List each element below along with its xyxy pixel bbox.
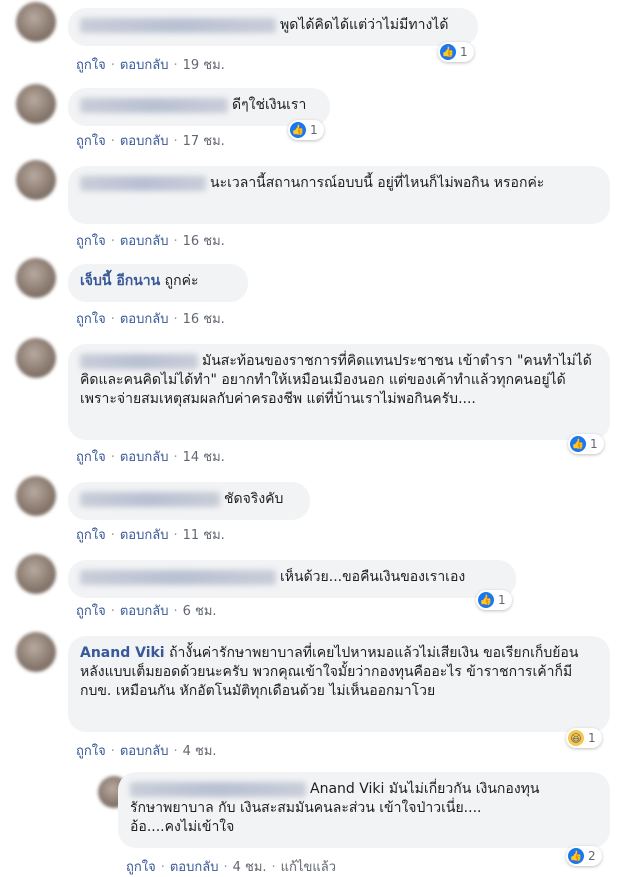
reply-link[interactable]: ตอบกลับ <box>120 604 169 619</box>
comment-bubble: ดีๆใช่เงินเรา <box>68 88 330 126</box>
comment-text: ถูกค่ะ <box>164 273 199 289</box>
like-icon: 👍 <box>570 436 586 452</box>
comment-text: พูดได้คิดได้แต่ว่าไม่มีทางได้ <box>280 17 449 33</box>
comment-text: นะเวลานี้สถานการณ์อบบนี้ อยู่ที่ไหนก็ไม่… <box>210 175 545 191</box>
reaction-count[interactable]: 👍 1 <box>288 120 324 140</box>
comment-text: ดีๆใช่เงินเรา <box>232 97 307 113</box>
reply-link[interactable]: ตอบกลับ <box>170 860 219 875</box>
avatar[interactable] <box>16 554 56 594</box>
avatar[interactable] <box>16 476 56 516</box>
like-link[interactable]: ถูกใจ <box>76 134 106 149</box>
reaction-count[interactable]: 👍 1 <box>568 434 604 454</box>
comment-bubble: ชัดจริงคับ <box>68 482 310 520</box>
timestamp[interactable]: 11 ชม. <box>183 528 225 543</box>
timestamp[interactable]: 4 ชม. <box>183 744 217 759</box>
like-link[interactable]: ถูกใจ <box>76 450 106 465</box>
reaction-count[interactable]: 👍 2 <box>566 846 602 866</box>
timestamp[interactable]: 4 ชม. <box>233 860 267 875</box>
reaction-count[interactable]: 😆 1 <box>566 728 602 748</box>
author-name-blurred[interactable] <box>80 17 276 33</box>
like-link[interactable]: ถูกใจ <box>76 604 106 619</box>
reply-link[interactable]: ตอบกลับ <box>120 134 169 149</box>
reply-link[interactable]: ตอบกลับ <box>120 234 169 249</box>
reply-text-line-2: รักษาพยาบาล กับ เงินสะสมมันคนละส่วน เข้า… <box>130 800 482 816</box>
avatar[interactable] <box>16 2 56 42</box>
timestamp[interactable]: 14 ชม. <box>183 450 225 465</box>
comment-text: เห็นด้วย...ขอคืนเงินของเราเอง <box>280 569 466 585</box>
avatar[interactable] <box>16 338 56 378</box>
haha-icon: 😆 <box>568 730 584 746</box>
like-icon: 👍 <box>478 592 494 608</box>
reply-link[interactable]: ตอบกลับ <box>120 58 169 73</box>
like-link[interactable]: ถูกใจ <box>76 312 106 327</box>
author-name-blurred[interactable] <box>80 175 206 191</box>
comment-actions: ถูกใจ · ตอบกลับ · 6 ชม. <box>76 604 217 619</box>
reply-link[interactable]: ตอบกลับ <box>120 528 169 543</box>
author-name-blurred[interactable] <box>80 569 276 585</box>
comment-bubble: เจ็บนี้ อีกนาน ถูกค่ะ <box>68 264 248 302</box>
reply-link[interactable]: ตอบกลับ <box>120 450 169 465</box>
like-link[interactable]: ถูกใจ <box>76 744 106 759</box>
comment-actions: ถูกใจ · ตอบกลับ · 14 ชม. <box>76 450 225 465</box>
like-link[interactable]: ถูกใจ <box>76 234 106 249</box>
timestamp[interactable]: 19 ชม. <box>183 58 225 73</box>
like-link[interactable]: ถูกใจ <box>76 528 106 543</box>
author-name-blurred[interactable] <box>80 97 228 113</box>
like-icon: 👍 <box>290 122 306 138</box>
author-name[interactable]: Anand Viki <box>80 645 165 661</box>
reply-text-line-3: อ้อ....คงไม่เข้าใจ <box>130 819 235 835</box>
timestamp[interactable]: 17 ชม. <box>183 134 225 149</box>
author-name-blurred[interactable] <box>80 353 198 369</box>
reaction-count[interactable]: 👍 1 <box>438 42 474 62</box>
comment-bubble: Anand Viki ถ้างั้นค่ารักษาพยาบาลที่เคยไป… <box>68 636 610 732</box>
comment-text: ชัดจริงคับ <box>224 491 284 507</box>
comment-actions: ถูกใจ · ตอบกลับ · 11 ชม. <box>76 528 225 543</box>
reaction-count[interactable]: 👍 1 <box>476 590 512 610</box>
comment-bubble: Anand Viki มันไม่เกี่ยวกัน เงินกองทุน รั… <box>118 772 610 848</box>
author-name-blurred[interactable] <box>80 491 220 507</box>
timestamp[interactable]: 16 ชม. <box>183 312 225 327</box>
comment-bubble: พูดได้คิดได้แต่ว่าไม่มีทางได้ <box>68 8 478 46</box>
comment-actions: ถูกใจ · ตอบกลับ · 16 ชม. <box>76 234 225 249</box>
comment-actions: ถูกใจ · ตอบกลับ · 19 ชม. <box>76 58 225 73</box>
avatar[interactable] <box>16 632 56 672</box>
reply-link[interactable]: ตอบกลับ <box>120 312 169 327</box>
comment-bubble: นะเวลานี้สถานการณ์อบบนี้ อยู่ที่ไหนก็ไม่… <box>68 166 610 224</box>
comment-bubble: เห็นด้วย...ขอคืนเงินของเราเอง <box>68 560 516 598</box>
comment-bubble: มันสะท้อนของราชการที่คิดแทนประชาชน เข้าต… <box>68 344 610 440</box>
reply-text-line-1: Anand Viki มันไม่เกี่ยวกัน เงินกองทุน <box>310 781 540 797</box>
comment-actions: ถูกใจ · ตอบกลับ · 16 ชม. <box>76 312 225 327</box>
author-name-blurred[interactable] <box>130 781 306 797</box>
timestamp[interactable]: 16 ชม. <box>183 234 225 249</box>
timestamp[interactable]: 6 ชม. <box>183 604 217 619</box>
like-link[interactable]: ถูกใจ <box>76 58 106 73</box>
author-name[interactable]: เจ็บนี้ อีกนาน <box>80 273 160 289</box>
reply-link[interactable]: ตอบกลับ <box>120 744 169 759</box>
avatar[interactable] <box>16 160 56 200</box>
like-icon: 👍 <box>568 848 584 864</box>
comment-actions: ถูกใจ · ตอบกลับ · 4 ชม. <box>76 744 217 759</box>
comment-actions: ถูกใจ · ตอบกลับ · 17 ชม. <box>76 134 225 149</box>
like-link[interactable]: ถูกใจ <box>126 860 156 875</box>
edited-label[interactable]: แก้ไขแล้ว <box>281 860 336 875</box>
like-icon: 👍 <box>440 44 456 60</box>
avatar[interactable] <box>16 84 56 124</box>
avatar[interactable] <box>16 258 56 298</box>
